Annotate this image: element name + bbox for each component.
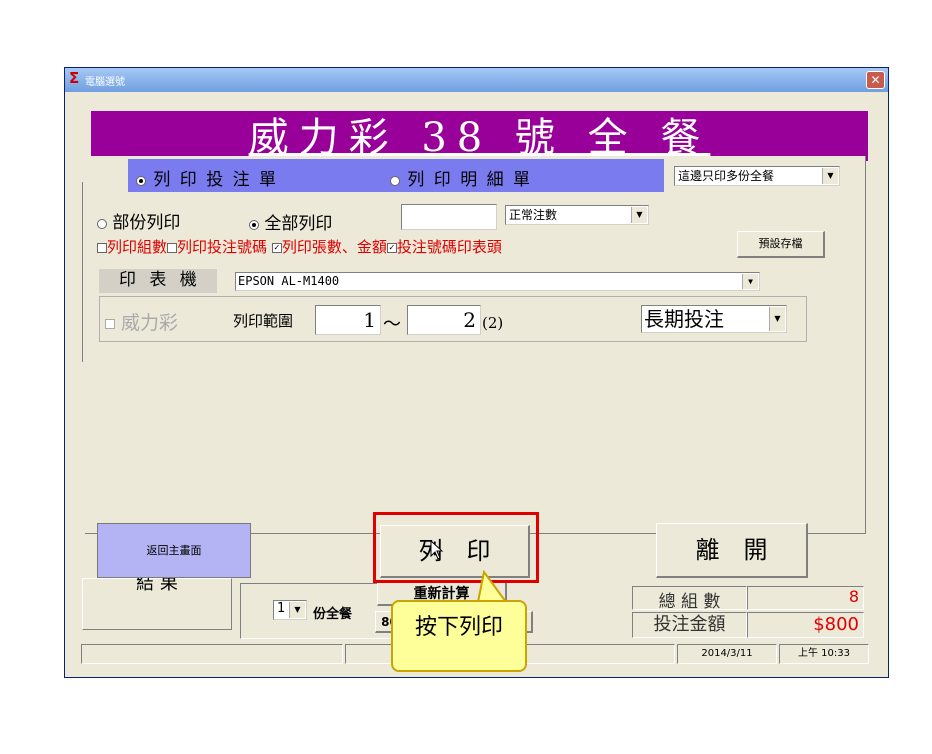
copies-select[interactable]: 1 ▼ bbox=[273, 600, 307, 620]
window-title: 電腦選號 bbox=[85, 77, 125, 88]
instruction-callout: 按下列印 bbox=[391, 600, 527, 672]
checkbox-icon bbox=[97, 243, 107, 253]
print-header-check[interactable]: ✓ 投注號碼印表頭 bbox=[386, 238, 502, 256]
chevron-down-icon: ▼ bbox=[289, 602, 305, 618]
print-detail-option[interactable]: 列 印 明 細 單 bbox=[390, 165, 532, 190]
checkbox-icon bbox=[105, 318, 115, 329]
callout-text: 按下列印 bbox=[414, 615, 503, 640]
radio-selected-icon bbox=[136, 175, 146, 186]
printer-select[interactable]: EPSON AL-M1400 ▼ bbox=[235, 272, 760, 291]
partial-print-option[interactable]: 部份列印 bbox=[97, 208, 180, 233]
print-type-bar: 列 印 投 注 單 列 印 明 細 單 bbox=[128, 159, 664, 192]
banner: 威力彩 38 號 全 餐 bbox=[91, 111, 868, 161]
range-separator: ～ bbox=[383, 314, 401, 335]
range-from-input[interactable]: 1 bbox=[315, 305, 381, 335]
status-time: 上午 10:33 bbox=[779, 644, 869, 664]
chevron-down-icon: ▼ bbox=[769, 307, 785, 331]
back-main-button[interactable]: 返回主畫面 bbox=[97, 523, 251, 578]
status-pane-1 bbox=[81, 644, 343, 664]
chevron-down-icon: ▼ bbox=[822, 168, 838, 184]
bet-amount-value: $800 bbox=[747, 612, 864, 638]
print-sheets-amount-check[interactable]: ✓ 列印張數、金額 bbox=[271, 238, 387, 256]
lottery-check[interactable]: 威力彩 bbox=[105, 308, 178, 335]
full-print-option[interactable]: 全部列印 bbox=[249, 209, 332, 234]
bet-amount-label: 投注金額 bbox=[632, 612, 747, 638]
mouse-cursor-icon bbox=[430, 539, 444, 565]
total-groups-label: 總 組 數 bbox=[632, 586, 747, 612]
close-button[interactable]: ✕ bbox=[866, 71, 885, 89]
radio-selected-icon bbox=[249, 219, 259, 230]
count-mode-select[interactable]: 正常注數 ▼ bbox=[505, 205, 649, 225]
result-tab[interactable]: 結 果 bbox=[82, 573, 232, 630]
total-groups-value: 8 bbox=[747, 586, 864, 610]
preset-save-button[interactable]: 預設存檔 bbox=[737, 231, 825, 258]
range-to-input[interactable]: 2 bbox=[407, 305, 481, 335]
checkbox-checked-icon: ✓ bbox=[386, 243, 397, 253]
checkbox-icon bbox=[167, 243, 178, 253]
print-group-count-check[interactable]: 列印組數 bbox=[97, 238, 167, 256]
title-bar: Σ 電腦選號 ✕ bbox=[65, 68, 888, 92]
close-icon: ✕ bbox=[870, 73, 881, 87]
callout-pointer bbox=[476, 570, 508, 603]
status-date: 2014/3/11 bbox=[677, 644, 777, 664]
banner-title: 威力彩 38 號 全 餐 bbox=[248, 115, 711, 161]
radio-icon bbox=[390, 175, 400, 186]
chevron-down-icon: ▼ bbox=[742, 274, 758, 289]
print-dialog: 列 印 投 注 單 列 印 明 細 單 這邊只印多份全餐 ▼ 部份列印 全部列印… bbox=[85, 156, 866, 578]
range-count: (2) bbox=[482, 314, 504, 332]
checkbox-checked-icon: ✓ bbox=[271, 243, 282, 253]
extra-copies-select[interactable]: 這邊只印多份全餐 ▼ bbox=[674, 166, 840, 186]
print-options-row: 列印組數 列印投注號碼 ✓ 列印張數、金額 ✓ 投注號碼印表頭 bbox=[97, 236, 502, 257]
chevron-down-icon: ▼ bbox=[631, 207, 647, 223]
radio-icon bbox=[97, 218, 107, 229]
printer-label: 印 表 機 bbox=[99, 269, 217, 293]
sigma-icon: Σ bbox=[69, 69, 80, 87]
main-frame-edge bbox=[82, 182, 84, 362]
print-bet-slip-option[interactable]: 列 印 投 注 單 bbox=[136, 165, 278, 190]
range-label: 列印範圍 bbox=[233, 312, 294, 330]
period-select[interactable]: 長期投注 ▼ bbox=[641, 305, 787, 333]
print-bet-number-check[interactable]: 列印投注號碼 bbox=[167, 238, 267, 256]
exit-button[interactable]: 離 開 bbox=[656, 523, 808, 578]
print-button-highlight bbox=[373, 512, 539, 583]
copies-suffix: 份全餐 bbox=[313, 607, 353, 622]
count-input[interactable] bbox=[401, 204, 497, 230]
